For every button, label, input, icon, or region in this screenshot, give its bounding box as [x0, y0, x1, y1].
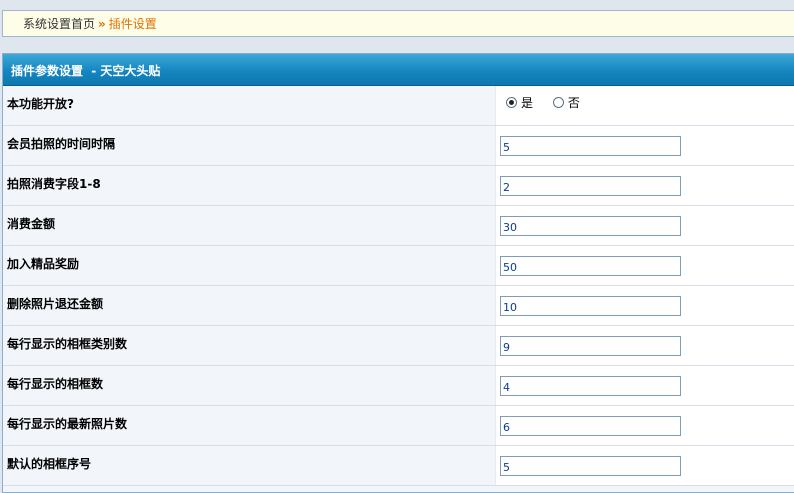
radio-yes-selected[interactable] [506, 97, 517, 108]
photo-interval-input[interactable] [500, 136, 681, 156]
setting-row: 每行显示的相框类别数 [3, 326, 794, 366]
setting-value-cell [495, 406, 794, 445]
panel-subtitle: - 天空大头贴 [91, 64, 161, 78]
setting-label: 消费金额 [7, 217, 56, 231]
radio-option-yes[interactable]: 是 [506, 95, 533, 111]
setting-value-cell [495, 166, 794, 205]
enable-radio-group: 是 否 [506, 95, 596, 111]
setting-row: 拍照消费字段1-8 [3, 166, 794, 206]
setting-row: 加入精品奖励 [3, 246, 794, 286]
setting-row: 删除照片退还金额 [3, 286, 794, 326]
setting-value-cell [495, 126, 794, 165]
default-frame-index-input[interactable] [500, 456, 681, 476]
breadcrumb-separator: » [98, 17, 106, 31]
radio-no-label: 否 [567, 96, 580, 110]
setting-row: 每行显示的相框数 [3, 366, 794, 406]
setting-value-cell [495, 446, 794, 485]
setting-label: 会员拍照的时间时隔 [7, 137, 116, 151]
setting-row: 会员拍照的时间时隔 [3, 126, 794, 166]
breadcrumb-bar: 系统设置首页» 插件设置 [2, 10, 794, 37]
setting-label: 默认的相框序号 [7, 457, 92, 471]
featured-reward-input[interactable] [500, 256, 681, 276]
cost-amount-input[interactable] [500, 216, 681, 236]
frame-categories-per-row-input[interactable] [500, 336, 681, 356]
setting-label: 每行显示的最新照片数 [7, 417, 128, 431]
radio-yes-label: 是 [521, 96, 534, 110]
radio-option-no[interactable]: 否 [552, 95, 580, 111]
setting-value-cell [495, 366, 794, 405]
setting-label: 每行显示的相框类别数 [7, 337, 128, 351]
setting-label: 删除照片退还金额 [7, 297, 104, 311]
setting-value-cell: 是 否 [495, 86, 794, 125]
panel-title: 插件参数设置 [11, 64, 84, 78]
setting-row: 默认的相框序号 [3, 446, 794, 486]
breadcrumb: 系统设置首页» 插件设置 [23, 16, 157, 32]
breadcrumb-current[interactable]: 插件设置 [109, 17, 157, 31]
setting-row: 消费金额 [3, 206, 794, 246]
setting-label: 每行显示的相框数 [7, 377, 104, 391]
setting-label: 拍照消费字段1-8 [7, 177, 101, 191]
delete-refund-input[interactable] [500, 296, 681, 316]
frames-per-row-input[interactable] [500, 376, 681, 396]
setting-row: 每行显示的最新照片数 [3, 406, 794, 446]
setting-row-enable: 本功能开放? 是 否 [3, 86, 794, 126]
setting-value-cell [495, 246, 794, 285]
setting-value-cell [495, 206, 794, 245]
credit-field-input[interactable] [500, 176, 681, 196]
latest-photos-per-row-input[interactable] [500, 416, 681, 436]
setting-label: 本功能开放? [7, 97, 74, 111]
breadcrumb-home-link[interactable]: 系统设置首页 [23, 17, 95, 31]
setting-value-cell [495, 286, 794, 325]
setting-label: 加入精品奖励 [7, 257, 80, 271]
panel-header: 插件参数设置 - 天空大头贴 [3, 54, 794, 86]
setting-value-cell [495, 326, 794, 365]
radio-no[interactable] [552, 97, 564, 108]
settings-panel: 插件参数设置 - 天空大头贴 本功能开放? 是 否 会员拍照的时间时隔 拍照消费… [2, 53, 794, 493]
